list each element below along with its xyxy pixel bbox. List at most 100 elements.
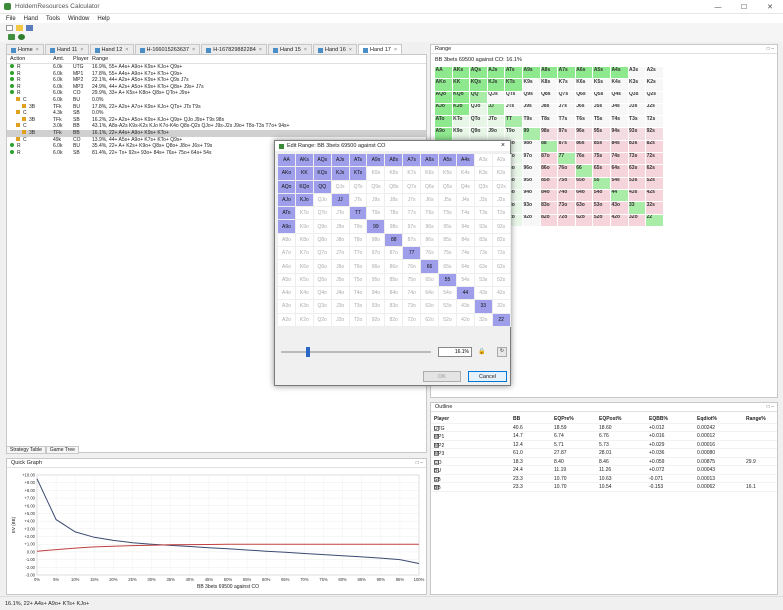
hand-cell-33[interactable]: 33 [474,300,493,314]
range-cell-A9s[interactable]: A9s [522,67,541,80]
range-cell-A2s[interactable]: A2s [646,67,664,80]
range-cell-54o[interactable]: 54o [593,189,611,203]
hand-cell-85o[interactable]: 85o [385,273,404,287]
range-cell-ATs[interactable]: ATs [505,67,523,80]
range-cell-Q3s[interactable]: Q3s [628,91,647,104]
range-cell-43o[interactable]: 43o [610,202,629,215]
range-cell-K2s[interactable]: K2s [646,79,664,92]
range-cell-QJo[interactable]: QJo [470,103,488,117]
ocol-bb[interactable]: BB [513,416,520,422]
hand-cell-A8s[interactable]: A8s [385,154,404,168]
hand-cell-A5o[interactable]: A5o [278,273,296,287]
hand-cell-Q5o[interactable]: Q5o [313,273,332,287]
maximize-icon[interactable]: ☐ [731,0,757,14]
range-cell-T3s[interactable]: T3s [628,116,647,129]
range-cell-54s[interactable]: 54s [610,177,629,190]
hand-cell-92s[interactable]: 92s [492,220,511,234]
range-cell-J7s[interactable]: J7s [558,103,576,117]
range-cell-99[interactable]: 99 [522,128,541,141]
dialog-close-icon[interactable]: × [501,142,505,149]
hand-cell-65o[interactable]: 65o [421,273,440,287]
hand-cell-KQo[interactable]: KQo [295,180,314,194]
hand-cell-T2s[interactable]: T2s [492,207,511,221]
strategy-row[interactable]: R 6.0k UTG 16.9%, 55+ A4s+ A9o+ K9s+ KJo+ Q… [7,64,426,71]
hand-cell-AJs[interactable]: AJs [331,154,350,168]
hand-cell-T8o[interactable]: T8o [349,233,368,248]
hand-cell-A9o[interactable]: A9o [278,220,296,234]
range-cell-J4s[interactable]: J4s [610,103,629,117]
hand-cell-J7s[interactable]: J7s [403,193,422,208]
hand-cell-A6s[interactable]: A6s [421,154,440,168]
hand-cell-73o[interactable]: 73o [403,300,422,314]
hand-cell-72s[interactable]: 72s [492,247,511,261]
hand-cell-Q4o[interactable]: Q4o [313,286,332,301]
lock-icon[interactable]: 🔒 [478,348,487,356]
range-cell-55[interactable]: 55 [593,177,611,190]
range-cell-T2s[interactable]: T2s [646,116,664,129]
range-cell-T6s[interactable]: T6s [575,116,594,129]
range-cell-AKs[interactable]: AKs [452,67,471,80]
hand-cell-K3o[interactable]: K3o [295,300,314,314]
range-cell-KJs[interactable]: KJs [487,79,506,92]
range-cell-96o[interactable]: 96o [522,165,541,178]
strategy-row[interactable]: R 6.0k CO 29.9%, 33+ A+ K5s+ K8o+ Q8s+ QTo+… [7,90,426,97]
hand-cell-QJo[interactable]: QJo [313,193,332,208]
hand-cell-73s[interactable]: 73s [474,247,493,261]
range-cell-72o[interactable]: 72o [558,214,576,227]
hand-cell-K9s[interactable]: K9s [367,167,386,181]
range-cell-QTs[interactable]: QTs [505,91,523,104]
outline-row[interactable]: MP2 12.4 5.71 5.73 +0.029 0.00016 [431,441,777,449]
range-cell-AJs[interactable]: AJs [487,67,506,80]
hand-cell-32s[interactable]: 32s [492,300,511,314]
hand-cell-K8s[interactable]: K8s [385,167,404,181]
tab-strategy-table[interactable]: Strategy Table [6,446,46,454]
hand-cell-42o[interactable]: 42o [456,313,475,327]
hand-cell-54s[interactable]: 54s [456,273,475,287]
hand-cell-JTs[interactable]: JTs [349,193,368,208]
range-cell-KQo[interactable]: KQo [452,91,471,104]
outline-row[interactable]: UTG 40.6 18.59 18.60 +0.012 0.00242 [431,424,777,432]
tab-6[interactable]: Hand 16 × [313,44,358,54]
range-cell-QJs[interactable]: QJs [487,91,506,104]
hand-cell-72o[interactable]: 72o [403,313,422,327]
col-player[interactable]: Player [73,56,89,62]
hand-cell-84o[interactable]: 84o [385,286,404,301]
hand-cell-54o[interactable]: 54o [439,286,457,301]
range-cell-Q8s[interactable]: Q8s [540,91,559,104]
hand-cell-KK[interactable]: KK [295,167,314,181]
hand-cell-97s[interactable]: 97s [403,220,422,234]
range-cell-J2s[interactable]: J2s [646,103,664,117]
range-cell-Q9s[interactable]: Q9s [522,91,541,104]
range-cell-73s[interactable]: 73s [628,153,647,166]
hand-cell-KJs[interactable]: KJs [331,167,350,181]
hand-cell-94s[interactable]: 94s [456,220,475,234]
range-cell-T8s[interactable]: T8s [540,116,559,129]
range-cell-AJo[interactable]: AJo [435,103,453,117]
range-cell-87s[interactable]: 87s [558,140,576,154]
hand-cell-94o[interactable]: 94o [367,286,386,301]
range-cell-86s[interactable]: 86s [575,140,594,154]
tab-close-icon[interactable]: × [349,47,352,53]
range-cell-33[interactable]: 33 [628,202,647,215]
range-cell-K6s[interactable]: K6s [575,79,594,92]
hand-cell-J5o[interactable]: J5o [331,273,350,287]
new-file-icon[interactable] [6,25,13,31]
hand-cell-95o[interactable]: 95o [367,273,386,287]
hand-cell-J9s[interactable]: J9s [367,193,386,208]
range-cell-42s[interactable]: 42s [646,189,664,203]
tab-7[interactable]: Hand 17 × [358,44,403,54]
range-cell-A8s[interactable]: A8s [540,67,559,80]
range-cell-65s[interactable]: 65s [593,165,611,178]
tab-0[interactable]: Home × [6,44,44,54]
hand-cell-42s[interactable]: 42s [492,286,511,301]
hand-cell-T5s[interactable]: T5s [439,207,457,221]
cancel-button[interactable]: Cancel [468,371,507,382]
hand-cell-K9o[interactable]: K9o [295,220,314,234]
hand-cell-J5s[interactable]: J5s [439,193,457,208]
tab-4[interactable]: H-167829882284 × [201,44,267,54]
range-cell-JTs[interactable]: JTs [505,103,523,117]
calculate-icon[interactable] [8,34,15,40]
range-cell-93s[interactable]: 93s [628,128,647,141]
range-cell-A7s[interactable]: A7s [558,67,576,80]
menu-file[interactable]: File [6,16,16,22]
